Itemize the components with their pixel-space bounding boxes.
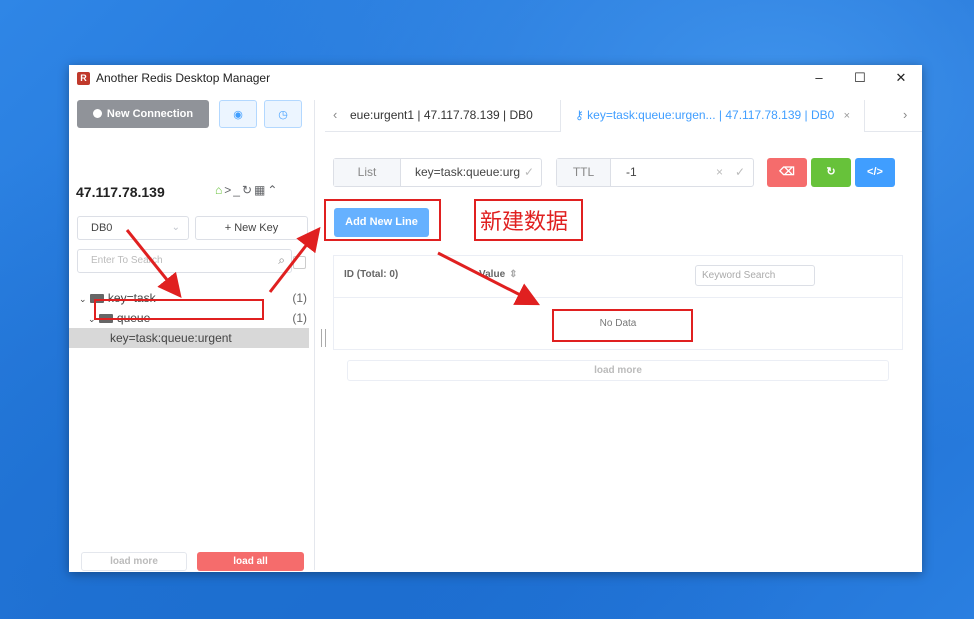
annotation-arrows <box>125 226 541 306</box>
arrow-to-no-data <box>437 251 541 306</box>
arrow-to-add-line <box>268 226 321 293</box>
arrow-to-key <box>125 229 182 299</box>
